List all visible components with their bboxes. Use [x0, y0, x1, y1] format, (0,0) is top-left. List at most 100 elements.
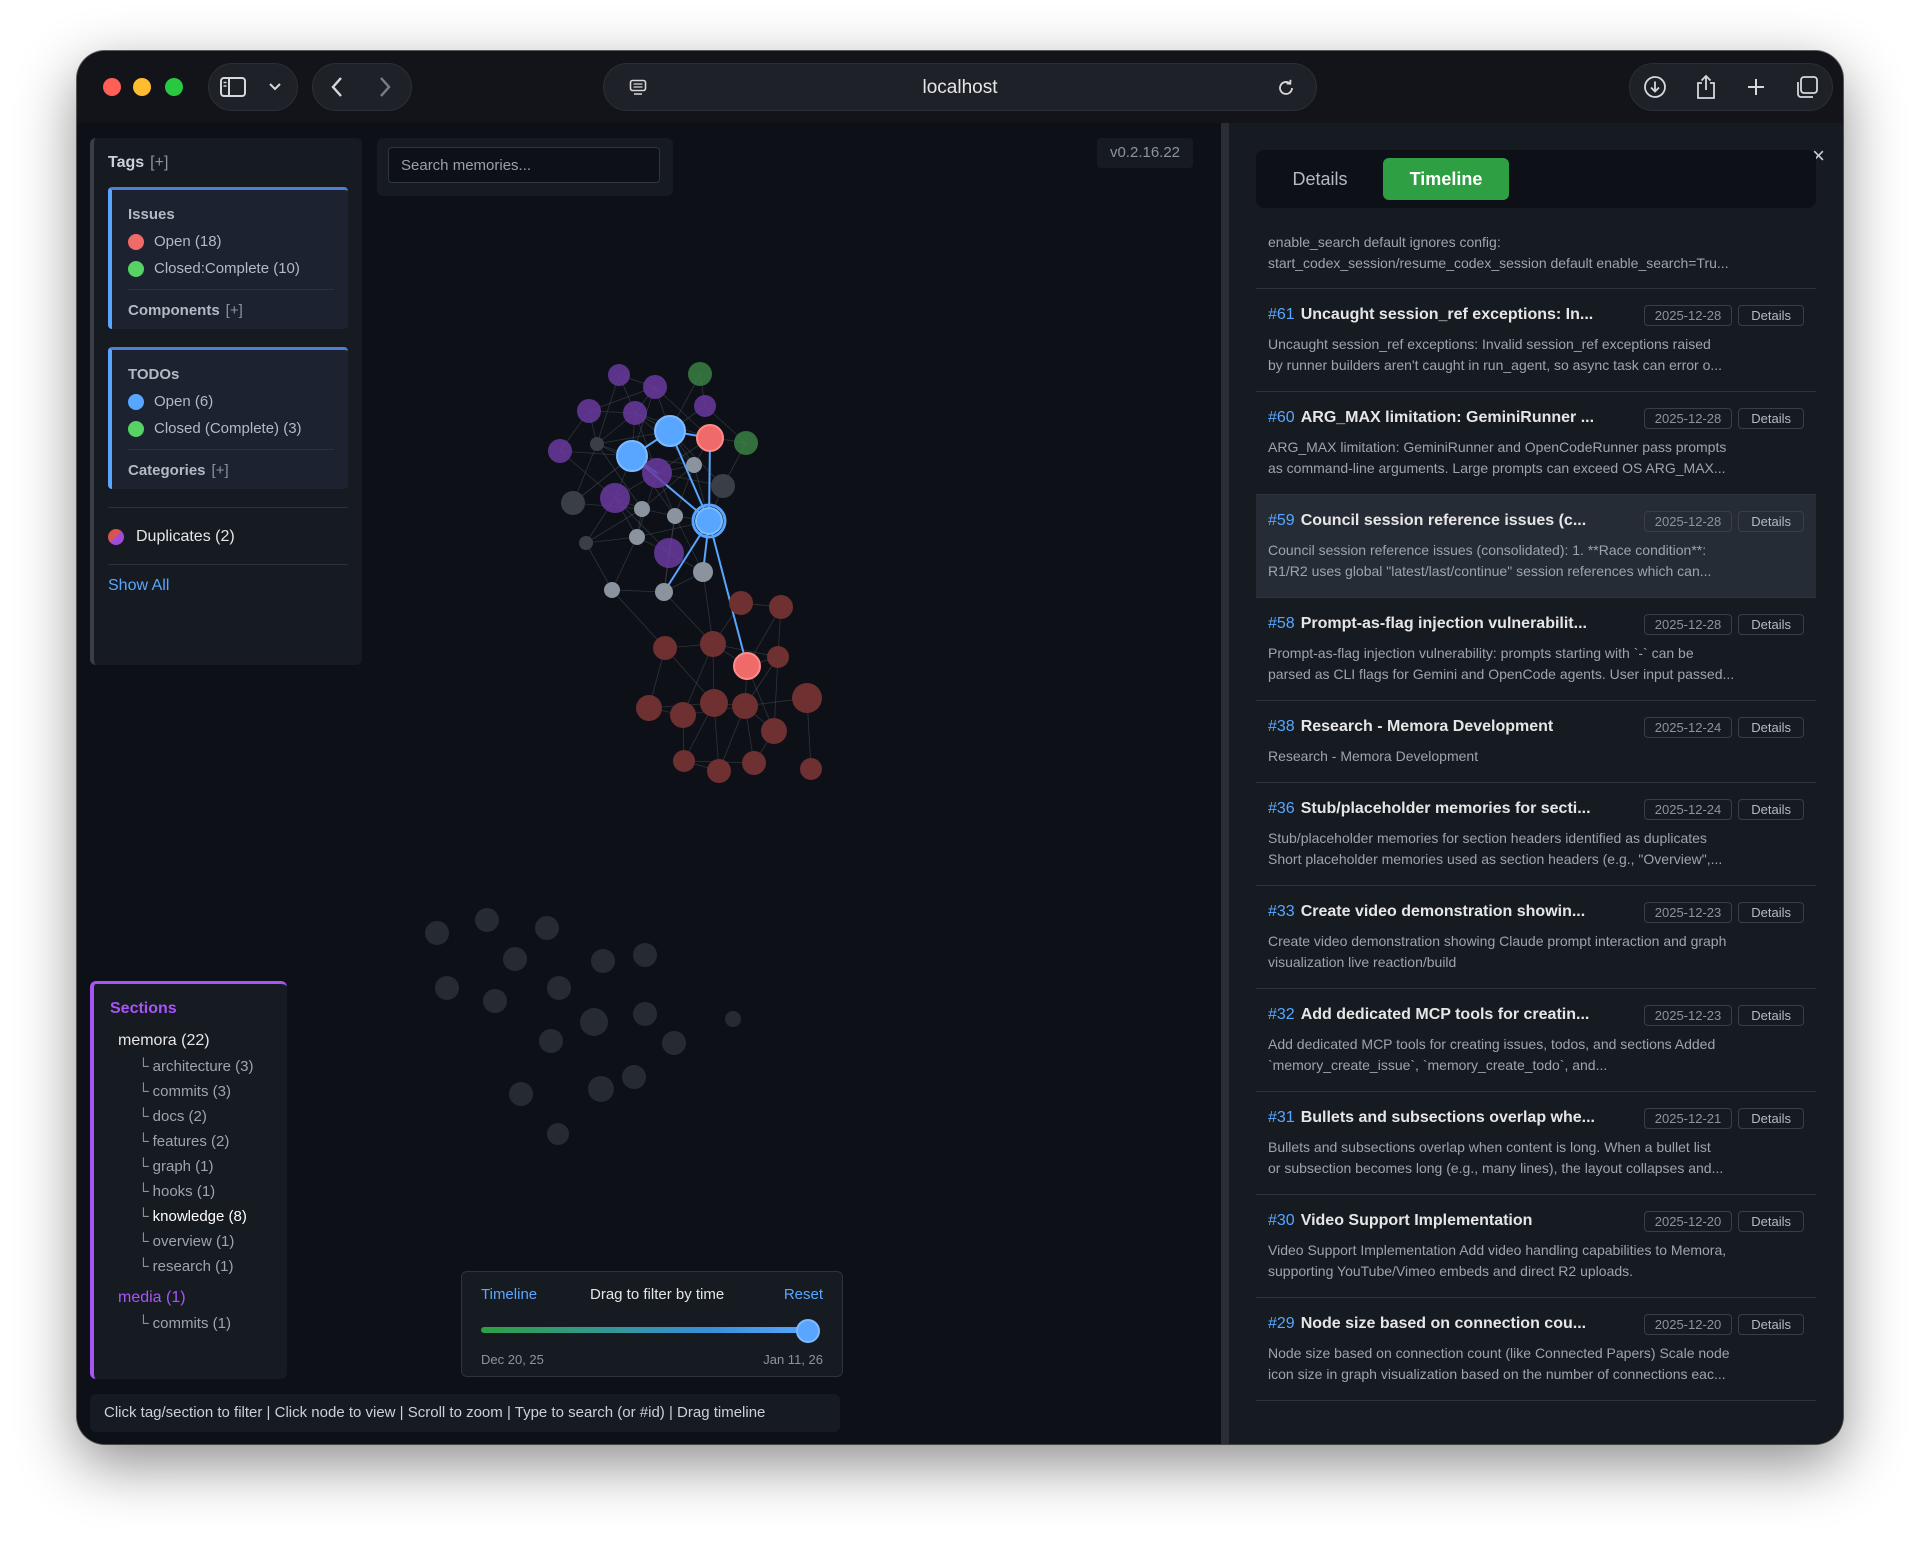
graph-node[interactable]	[673, 750, 695, 772]
graph-node[interactable]	[503, 947, 527, 971]
graph-node[interactable]	[767, 646, 789, 668]
graph-node[interactable]	[590, 437, 604, 451]
entry-title[interactable]: Add dedicated MCP tools for creatin...	[1301, 1006, 1634, 1024]
sidebar-toggle-button[interactable]	[209, 63, 257, 111]
graph-node[interactable]	[694, 395, 716, 417]
timeline-entry[interactable]: #33 Create video demonstration showin...…	[1256, 886, 1816, 989]
graph-node[interactable]	[711, 474, 735, 498]
todos-heading[interactable]: TODOs	[128, 366, 334, 383]
panel-resize-handle[interactable]	[1221, 123, 1229, 1444]
graph-node[interactable]	[547, 976, 571, 1000]
graph-node[interactable]	[800, 758, 822, 780]
tag-todos-closed[interactable]: Closed (Complete) (3)	[128, 420, 334, 437]
entry-id[interactable]: #29	[1268, 1315, 1295, 1333]
entry-title[interactable]: Bullets and subsections overlap whe...	[1301, 1109, 1634, 1127]
graph-node[interactable]	[662, 1031, 686, 1055]
graph-node[interactable]	[693, 562, 713, 582]
graph-node[interactable]	[634, 501, 650, 517]
graph-node[interactable]	[475, 908, 499, 932]
timeline-entry[interactable]: #60 ARG_MAX limitation: GeminiRunner ...…	[1256, 392, 1816, 495]
graph-node[interactable]	[643, 375, 667, 399]
forward-button[interactable]	[361, 63, 409, 111]
entry-id[interactable]: #36	[1268, 800, 1295, 818]
entry-id[interactable]: #31	[1268, 1109, 1295, 1127]
timeline-slider-handle[interactable]	[796, 1319, 820, 1343]
timeline-entry[interactable]: #29 Node size based on connection cou...…	[1256, 1298, 1816, 1401]
timeline-entry[interactable]: #61 Uncaught session_ref exceptions: In.…	[1256, 289, 1816, 392]
section-child[interactable]: └ commits (1)	[110, 1315, 277, 1332]
graph-node[interactable]	[792, 683, 822, 713]
entry-details-button[interactable]: Details	[1738, 798, 1804, 820]
entry-details-button[interactable]: Details	[1738, 407, 1804, 429]
entry-title[interactable]: Video Support Implementation	[1301, 1212, 1634, 1230]
graph-node[interactable]	[729, 591, 753, 615]
fullscreen-window-button[interactable]	[165, 78, 183, 96]
entry-title[interactable]: Prompt-as-flag injection vulnerabilit...	[1301, 615, 1634, 633]
section-root[interactable]: media (1)	[110, 1289, 277, 1307]
new-tab-button[interactable]	[1732, 63, 1780, 111]
graph-node[interactable]	[588, 1076, 614, 1102]
graph-node[interactable]	[616, 440, 648, 472]
timeline-entry[interactable]: #36 Stub/placeholder memories for secti.…	[1256, 783, 1816, 886]
entry-title[interactable]: Create video demonstration showin...	[1301, 903, 1634, 921]
graph-node[interactable]	[580, 1008, 608, 1036]
tab-overview-button[interactable]	[1783, 63, 1831, 111]
back-button[interactable]	[313, 63, 361, 111]
graph-node[interactable]	[654, 538, 684, 568]
graph-node[interactable]	[700, 631, 726, 657]
graph-node[interactable]	[622, 1065, 646, 1089]
timeline-entry-snippet[interactable]: enable_search default ignores config: st…	[1256, 220, 1816, 289]
graph-node[interactable]	[579, 536, 593, 550]
entry-title[interactable]: Node size based on connection cou...	[1301, 1315, 1634, 1333]
issues-heading[interactable]: Issues	[128, 206, 334, 223]
graph-node[interactable]	[483, 989, 507, 1013]
downloads-button[interactable]	[1631, 63, 1679, 111]
graph-node[interactable]	[667, 508, 683, 524]
graph-node[interactable]	[688, 362, 712, 386]
graph-node[interactable]	[769, 595, 793, 619]
graph-node[interactable]	[670, 702, 696, 728]
graph-node[interactable]	[642, 458, 672, 488]
tag-duplicates[interactable]: Duplicates (2)	[108, 507, 348, 546]
entry-details-button[interactable]: Details	[1738, 716, 1804, 738]
entry-id[interactable]: #30	[1268, 1212, 1295, 1230]
categories-heading[interactable]: Categories [+]	[128, 449, 334, 479]
reload-button[interactable]	[1262, 64, 1310, 112]
share-button[interactable]	[1682, 63, 1730, 111]
graph-node[interactable]	[695, 507, 723, 535]
tab-details[interactable]: Details	[1268, 158, 1372, 200]
tab-timeline[interactable]: Timeline	[1383, 158, 1509, 200]
address-bar[interactable]: localhost	[603, 63, 1317, 111]
timeline-reset-button[interactable]: Reset	[784, 1286, 823, 1303]
add-category-button[interactable]: [+]	[212, 462, 229, 479]
graph-node[interactable]	[707, 759, 731, 783]
graph-node[interactable]	[742, 751, 766, 775]
graph-node[interactable]	[653, 636, 677, 660]
graph-node[interactable]	[600, 483, 630, 513]
timeline-entry[interactable]: #30 Video Support Implementation 2025-12…	[1256, 1195, 1816, 1298]
section-child[interactable]: └ research (1)	[110, 1258, 277, 1275]
entry-title[interactable]: ARG_MAX limitation: GeminiRunner ...	[1301, 409, 1634, 427]
entry-title[interactable]: Uncaught session_ref exceptions: In...	[1301, 306, 1634, 324]
entry-details-button[interactable]: Details	[1738, 1210, 1804, 1232]
entry-details-button[interactable]: Details	[1738, 510, 1804, 532]
timeline-entry[interactable]: #31 Bullets and subsections overlap whe.…	[1256, 1092, 1816, 1195]
section-child[interactable]: └ graph (1)	[110, 1158, 277, 1175]
graph-node[interactable]	[509, 1082, 533, 1106]
graph-node[interactable]	[623, 401, 647, 425]
graph-node[interactable]	[547, 1123, 569, 1145]
graph-node[interactable]	[732, 693, 758, 719]
components-heading[interactable]: Components [+]	[128, 289, 334, 319]
graph-node[interactable]	[633, 943, 657, 967]
entry-details-button[interactable]: Details	[1738, 613, 1804, 635]
entry-title[interactable]: Council session reference issues (c...	[1301, 512, 1634, 530]
add-component-button[interactable]: [+]	[226, 302, 243, 319]
add-tag-button[interactable]: [+]	[150, 154, 168, 171]
tag-issues-open[interactable]: Open (18)	[128, 233, 334, 250]
graph-node[interactable]	[654, 415, 686, 447]
entry-title[interactable]: Stub/placeholder memories for secti...	[1301, 800, 1634, 818]
section-child[interactable]: └ commits (3)	[110, 1083, 277, 1100]
section-child[interactable]: └ architecture (3)	[110, 1058, 277, 1075]
section-child[interactable]: └ overview (1)	[110, 1233, 277, 1250]
entry-details-button[interactable]: Details	[1738, 1107, 1804, 1129]
